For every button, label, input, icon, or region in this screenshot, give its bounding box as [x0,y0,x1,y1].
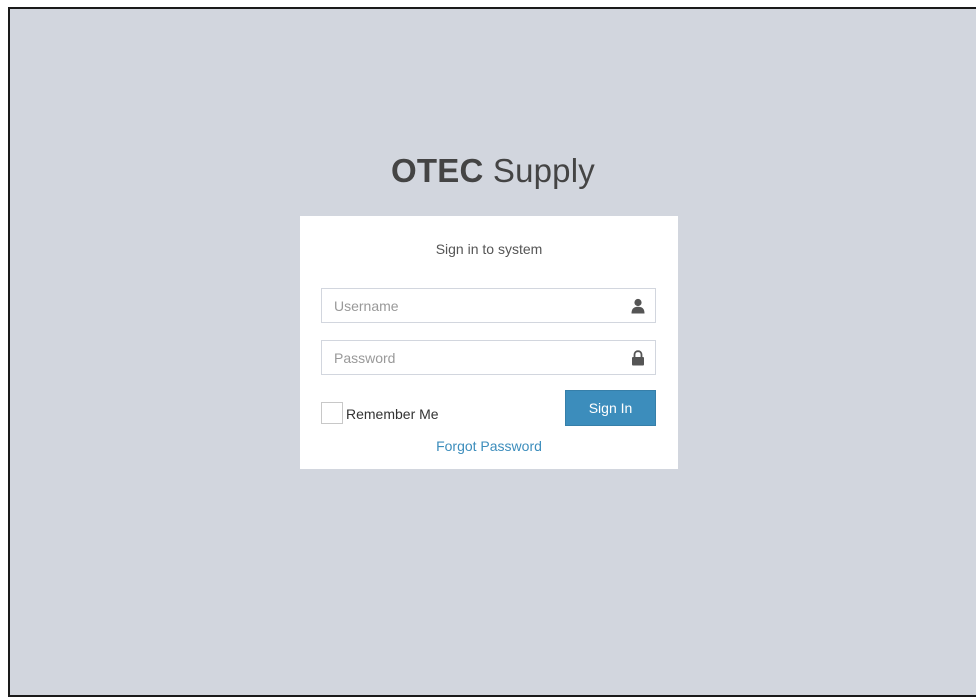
logo-light-text: Supply [492,152,595,189]
remember-me[interactable]: Remember Me [321,401,439,425]
remember-me-label[interactable]: Remember Me [346,406,439,422]
login-box-message: Sign in to system [435,241,543,257]
password-field [321,340,656,375]
forgot-password-link[interactable]: Forgot Password [300,438,678,454]
remember-me-checkbox[interactable] [321,402,343,424]
username-input[interactable] [322,289,622,322]
page-background: OTEC Supply Sign in to system Username R… [8,7,976,697]
username-field [321,288,656,323]
sign-in-button[interactable]: Sign In [565,390,656,426]
app-logo[interactable]: OTEC Supply [10,152,976,190]
lock-icon [631,350,645,366]
user-icon [631,298,645,314]
password-input[interactable] [322,341,622,374]
login-box: Sign in to system Remember Me [300,216,678,469]
logo-bold-text: OTEC [391,152,484,189]
